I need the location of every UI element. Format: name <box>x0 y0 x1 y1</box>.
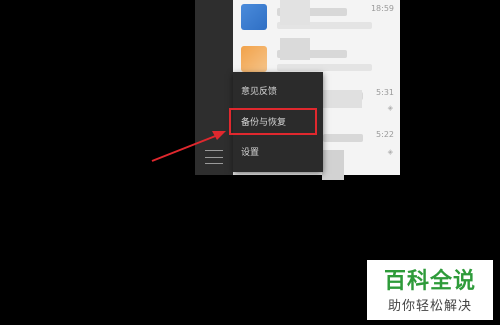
watermark-logo: 百科全说 助你轻松解决 <box>367 260 493 320</box>
watermark-subtitle: 助你轻松解决 <box>387 299 472 314</box>
arrow-shaft <box>151 134 219 162</box>
watermark-title: 百科全说 <box>383 269 476 294</box>
